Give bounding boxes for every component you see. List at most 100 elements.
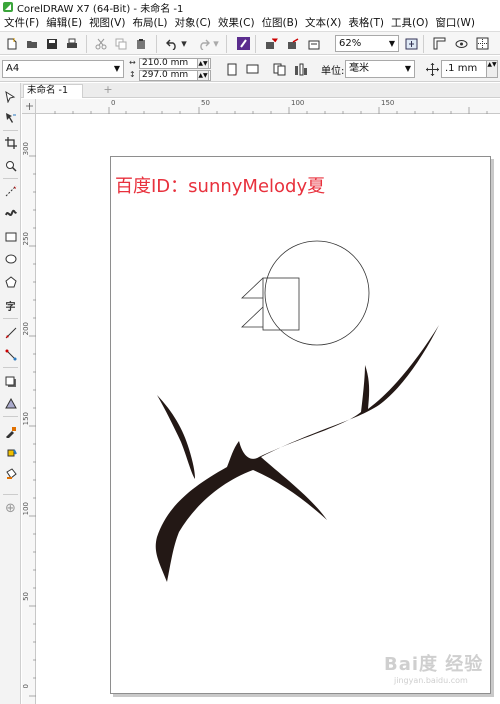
rectangle-tool-icon[interactable]	[3, 229, 18, 244]
horizontal-ruler[interactable]: 0 50 100 150	[36, 99, 500, 114]
v-ruler-label: 250	[22, 232, 30, 246]
vertical-ruler-ticks	[29, 155, 36, 697]
drop-shadow-icon[interactable]	[3, 374, 18, 389]
height-icon: ↕	[129, 70, 136, 79]
triangle-shape	[241, 306, 264, 328]
height-spin-icon[interactable]: ▲▼	[197, 70, 209, 81]
zoom-tool-icon[interactable]	[3, 158, 18, 173]
v-ruler-label: 200	[22, 322, 30, 336]
title-bar: CorelDRAW X7 (64-Bit) - 未命名 -1	[0, 0, 500, 15]
export-icon[interactable]	[285, 36, 301, 51]
save-icon[interactable]	[44, 36, 60, 51]
coreldraw-logo-icon	[3, 2, 13, 12]
smart-fill-icon[interactable]	[3, 466, 18, 481]
units-value: 毫米	[349, 63, 369, 74]
document-tabs: 未命名 -1 +	[21, 83, 500, 98]
chevron-down-icon: ▼	[113, 64, 120, 73]
h-ruler-label: 50	[201, 99, 210, 107]
h-ruler-label: 150	[381, 99, 395, 107]
menu-edit[interactable]: 编辑(E)	[46, 15, 82, 30]
menu-tools[interactable]: 工具(O)	[391, 15, 428, 30]
menu-effects[interactable]: 效果(C)	[218, 15, 255, 30]
cut-icon[interactable]	[93, 36, 109, 51]
zoom-level-value: 62%	[339, 38, 362, 49]
units-select[interactable]: 毫米 ▼	[345, 60, 415, 78]
drawing-canvas[interactable]: 百度ID：sunnyMelody夏	[37, 115, 500, 704]
menu-layout[interactable]: 布局(L)	[132, 15, 167, 30]
import-icon[interactable]	[263, 36, 279, 51]
v-ruler-label: 100	[22, 502, 30, 516]
artistic-media-icon[interactable]	[3, 205, 18, 220]
pick-tool-icon[interactable]	[3, 89, 18, 104]
width-icon: ↔	[129, 58, 136, 67]
crop-tool-icon[interactable]	[3, 135, 18, 150]
all-pages-icon[interactable]	[272, 61, 288, 77]
color-eyedropper-icon[interactable]	[3, 424, 18, 439]
property-bar: A4 ▼ ↔ 210.0 mm ▲▼ ↕ 297.0 mm ▲▼ 单位: 毫米 …	[0, 56, 500, 82]
search-content-icon[interactable]	[235, 36, 251, 51]
redo-icon[interactable]	[196, 36, 212, 51]
ellipse-shape	[264, 240, 370, 346]
menu-text[interactable]: 文本(X)	[305, 15, 341, 30]
menu-object[interactable]: 对象(C)	[175, 15, 212, 30]
show-rulers-icon[interactable]	[431, 36, 447, 51]
vertical-ruler[interactable]: 300 250 200 150 100 50 0	[22, 114, 36, 704]
chevron-down-icon: ▼	[388, 39, 395, 48]
branch-shape	[157, 395, 195, 479]
current-page-icon[interactable]	[293, 61, 309, 77]
add-tool-icon[interactable]: ⊕	[3, 501, 18, 516]
menu-bitmaps[interactable]: 位图(B)	[262, 15, 298, 30]
h-ruler-label: 0	[111, 99, 116, 107]
print-icon[interactable]	[64, 36, 80, 51]
landscape-icon[interactable]	[244, 61, 260, 77]
zoom-level-select[interactable]: 62% ▼	[335, 35, 399, 52]
new-document-icon[interactable]	[4, 36, 20, 51]
shape-tool-icon[interactable]	[3, 110, 18, 125]
snap-to-icon[interactable]	[474, 36, 490, 51]
freehand-tool-icon[interactable]	[3, 183, 18, 198]
square-shape	[262, 277, 300, 331]
add-tab-icon[interactable]: +	[101, 84, 115, 97]
triangle-shape	[241, 277, 264, 299]
menu-file[interactable]: 文件(F)	[4, 15, 39, 30]
width-spin-icon[interactable]: ▲▼	[197, 58, 209, 69]
undo-dropdown-icon[interactable]: ▾	[180, 36, 188, 51]
drawing-objects	[155, 240, 439, 582]
menu-table[interactable]: 表格(T)	[348, 15, 384, 30]
menu-view[interactable]: 视图(V)	[89, 15, 125, 30]
v-ruler-label: 300	[22, 142, 30, 156]
window-title: CorelDRAW X7 (64-Bit) - 未命名 -1	[17, 3, 184, 15]
open-folder-icon[interactable]	[24, 36, 40, 51]
ellipse-tool-icon[interactable]	[3, 251, 18, 266]
toolbox: 字 ⊕	[0, 83, 21, 704]
polygon-tool-icon[interactable]	[3, 274, 18, 289]
interactive-fill-icon[interactable]	[3, 445, 18, 460]
h-ruler-label: 100	[291, 99, 305, 107]
connector-tool-icon[interactable]	[3, 347, 18, 362]
tab-untitled-1[interactable]: 未命名 -1	[23, 84, 83, 98]
nudge-distance-field[interactable]: .1 mm	[441, 60, 487, 78]
transparency-icon[interactable]	[3, 396, 18, 411]
publish-pdf-icon[interactable]	[306, 36, 322, 51]
redo-dropdown-icon[interactable]: ▾	[212, 36, 220, 51]
branch-shape	[155, 325, 439, 582]
nudge-icon	[424, 61, 440, 77]
units-label: 单位:	[321, 66, 345, 77]
undo-icon[interactable]	[164, 36, 180, 51]
menu-window[interactable]: 窗口(W)	[435, 15, 475, 30]
page-size-value: A4	[6, 63, 20, 74]
nudge-spin-icon[interactable]: ▲▼	[486, 60, 498, 78]
portrait-icon[interactable]	[224, 61, 240, 77]
ruler-origin[interactable]	[22, 99, 36, 114]
copy-icon[interactable]	[113, 36, 129, 51]
page-size-select[interactable]: A4 ▼	[2, 60, 124, 78]
horizontal-ruler-ticks	[54, 107, 488, 114]
v-ruler-label: 0	[22, 684, 30, 689]
parallel-dimension-icon[interactable]	[3, 325, 18, 340]
baidu-watermark: Bai度 经验 jingyan.baidu.com	[384, 650, 494, 694]
full-screen-preview-icon[interactable]	[403, 36, 419, 51]
text-tool-icon[interactable]: 字	[3, 298, 18, 313]
document-page[interactable]: 百度ID：sunnyMelody夏	[110, 156, 491, 694]
show-grid-icon[interactable]	[453, 36, 469, 51]
paste-icon[interactable]	[133, 36, 149, 51]
